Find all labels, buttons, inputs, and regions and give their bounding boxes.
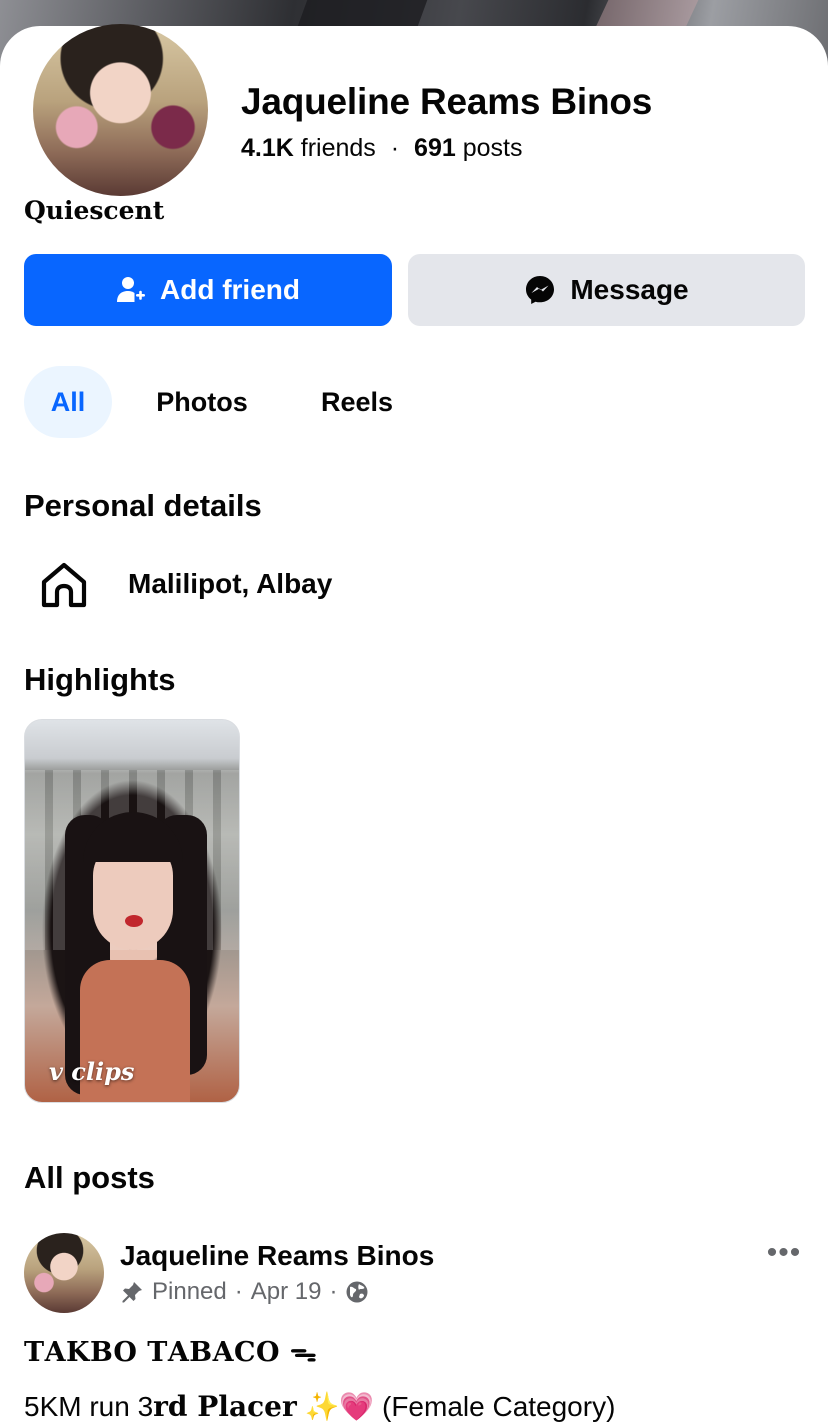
globe-icon xyxy=(345,1280,369,1304)
highlight-caption: v clips xyxy=(49,1057,135,1086)
highlights-title: Highlights xyxy=(24,662,176,697)
profile-name: Jaqueline Reams Binos xyxy=(241,81,653,122)
add-friend-button[interactable]: Add friend xyxy=(24,254,392,326)
location-text: Malilipot, Albay xyxy=(128,568,333,599)
friends-label[interactable]: friends xyxy=(301,134,376,162)
post-date[interactable]: Apr 19 xyxy=(251,1278,322,1306)
home-icon xyxy=(41,562,87,608)
post-author-avatar[interactable] xyxy=(24,1233,104,1313)
posts-count: 691 xyxy=(414,134,456,162)
message-label: Message xyxy=(570,274,689,305)
post-line2-emoji: ✨💗 xyxy=(304,1391,375,1422)
post-title-emoji: ᯓ xyxy=(289,1337,318,1368)
profile-avatar[interactable] xyxy=(33,24,208,196)
separator-dot: · xyxy=(390,134,400,162)
messenger-icon xyxy=(524,274,556,306)
personal-details-title: Personal details xyxy=(24,488,262,523)
post-line2-suffix: (Female Category) xyxy=(382,1391,616,1422)
message-button[interactable]: Message xyxy=(408,254,805,326)
posts-label: posts xyxy=(462,134,523,162)
tab-reels[interactable]: Reels xyxy=(300,366,414,438)
post-line2-bold: 𝐫𝐝 𝐏𝐥𝐚𝐜𝐞𝐫 xyxy=(153,1390,297,1423)
highlight-item[interactable]: v clips xyxy=(24,719,240,1103)
add-person-icon xyxy=(116,275,146,305)
post-text-line2: 5KM run 3𝐫𝐝 𝐏𝐥𝐚𝐜𝐞𝐫 ✨💗 (Female Category) xyxy=(24,1390,615,1423)
post-author-name[interactable]: Jaqueline Reams Binos xyxy=(120,1240,434,1272)
pin-icon xyxy=(120,1280,144,1304)
tab-photos[interactable]: Photos xyxy=(134,366,270,438)
separator-dot: · xyxy=(329,1278,338,1305)
profile-stats: 4.1K friends · 691 posts xyxy=(241,134,522,163)
profile-bio: Quiescent xyxy=(24,196,165,225)
tab-all[interactable]: All xyxy=(24,366,112,438)
pinned-label: Pinned xyxy=(152,1278,227,1305)
post-line2-prefix: 5KM run 3 xyxy=(24,1391,154,1422)
post-more-options-icon[interactable]: ••• xyxy=(764,1238,804,1268)
post-meta: Pinned · Apr 19 · xyxy=(120,1278,369,1306)
separator-dot: · xyxy=(234,1278,243,1305)
highlight-lips xyxy=(125,915,143,927)
add-friend-label: Add friend xyxy=(160,274,300,305)
post-title-text: 𝐓𝐀𝐊𝐁𝐎 𝐓𝐀𝐁𝐀𝐂𝐎 xyxy=(24,1337,281,1368)
post-text-line1: 𝐓𝐀𝐊𝐁𝐎 𝐓𝐀𝐁𝐀𝐂𝐎 ᯓ xyxy=(24,1332,317,1369)
all-posts-title: All posts xyxy=(24,1160,155,1195)
friends-count[interactable]: 4.1K xyxy=(241,134,294,162)
